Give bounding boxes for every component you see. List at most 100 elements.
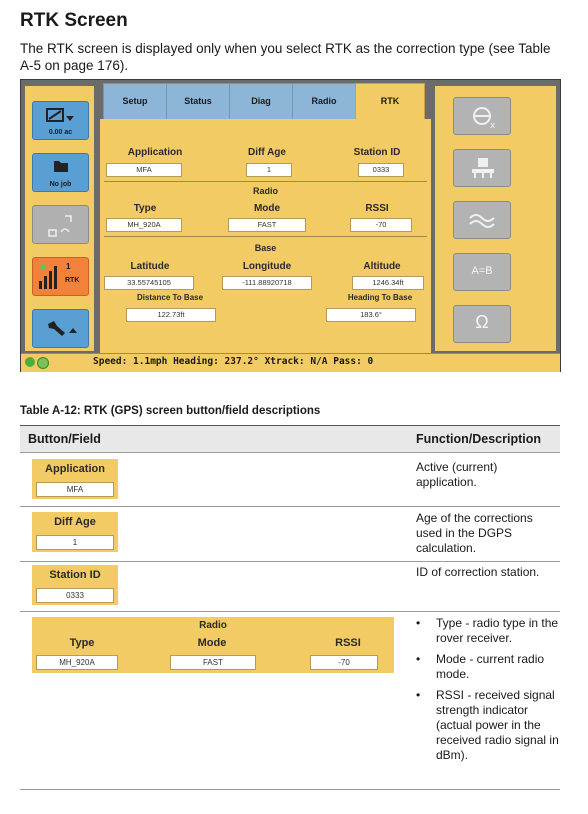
diff-age-sample-value: 1 [36,535,114,550]
diff-age-label: Diff Age [248,147,286,158]
wrench-icon [48,321,77,336]
rssi-value: -70 [350,218,412,232]
row-rule [20,452,560,453]
status-bar: Speed: 1.1mph Heading: 237.2° Xtrack: N/… [21,353,560,372]
tools-button[interactable] [32,309,89,348]
tab-rtk[interactable]: RTK [355,83,425,122]
row-rule [20,561,560,562]
ab-line-icon: A=B [471,265,493,277]
distance-to-base-label: Distance To Base [136,293,204,302]
area-icon [46,108,74,122]
table-caption: Table A-12: RTK (GPS) screen button/fiel… [20,405,321,417]
job-button[interactable]: No job [32,153,89,192]
type-value: MH_920A [106,218,182,232]
radio-heading: Radio [252,186,278,196]
radio-sample-heading: Radio [199,620,227,631]
list-item: Mode - current radio mode. [412,652,562,682]
area-label: 0.00 ac [48,129,73,136]
wave-icon [469,214,495,228]
row-rule [20,611,560,612]
column-header-field: Button/Field [28,432,101,446]
diff-age-field-sample: Diff Age 1 [32,512,118,552]
divider [104,236,427,237]
station-id-value: 0333 [358,163,404,177]
ab-line-button[interactable]: A=B [453,253,511,291]
table-header: Button/Field Function/Description [20,426,560,452]
base-heading: Base [254,243,277,253]
tab-setup[interactable]: Setup [103,83,167,121]
type-sample-value: MH_920A [36,655,118,670]
diff-age-description: Age of the corrections used in the DGPS … [416,511,533,555]
heading-to-base-value: 183.6° [326,308,416,322]
boundary-button[interactable] [32,205,89,244]
divider [104,181,427,182]
station-id-field-sample: Station ID 0333 [32,565,118,605]
radio-field-sample: Radio Type Mode RSSI MH_920A FAST -70 [32,617,394,673]
omega-icon: Ω [475,312,489,332]
station-id-sample-label: Station ID [49,569,101,581]
mode-label: Mode [253,203,281,214]
satellite-count: 1 [66,262,71,271]
altitude-value: 1246.34ft [352,276,424,290]
application-sample-label: Application [45,463,105,475]
type-label: Type [133,203,157,214]
latitude-label: Latitude [130,261,170,272]
type-sample-label: Type [69,637,95,649]
tab-radio[interactable]: Radio [292,83,356,121]
station-id-description: ID of correction station. [416,565,540,579]
steering-icon: x [473,107,496,130]
mode-value: FAST [228,218,306,232]
gps-mode-label: RTK [65,277,80,284]
tab-bar: Setup Status Diag Radio RTK [103,83,425,122]
rtk-screen-screenshot: 0.00 ac No job 1 RTK Setup Status Diag R… [20,79,561,372]
page-heading: RTK Screen [20,10,128,31]
altitude-label: Altitude [363,261,401,272]
left-button-column: 0.00 ac No job 1 RTK [25,86,94,351]
application-sample-value: MFA [36,482,114,497]
application-label: Application [127,147,183,158]
application-value: MFA [106,163,182,177]
mode-sample-label: Mode [197,637,227,649]
signal-bars-icon [39,264,57,289]
longitude-label: Longitude [242,261,292,272]
row-rule [20,506,560,507]
intro-paragraph: The RTK screen is displayed only when yo… [20,41,551,73]
application-field-sample: Application MFA [32,459,118,499]
svg-text:x: x [490,121,496,130]
right-button-column: x A=B Ω [435,86,556,351]
distance-to-base-value: 122.73ft [126,308,216,322]
rssi-label: RSSI [365,203,389,214]
radio-description-list: Type - radio type in the rover receiver.… [412,616,562,769]
heading-to-base-label: Heading To Base [347,293,413,302]
implement-icon [472,158,494,178]
status-bar-text: Speed: 1.1mph Heading: 237.2° Xtrack: N/… [93,356,374,367]
status-led-icon [37,357,49,369]
diff-age-value: 1 [246,163,292,177]
steering-button[interactable]: x [453,97,511,135]
diff-age-sample-label: Diff Age [54,516,96,528]
list-item: Type - radio type in the rover receiver. [412,616,562,646]
station-id-label: Station ID [353,147,401,158]
area-button[interactable]: 0.00 ac [32,101,89,140]
application-description: Active (current) application. [416,460,498,489]
rssi-sample-label: RSSI [335,637,361,649]
gps-status-button[interactable]: 1 RTK [32,257,89,296]
longitude-value: -111.88920718 [222,276,312,290]
column-header-description: Function/Description [416,432,541,446]
implement-button[interactable] [453,149,511,187]
status-led-icon [25,357,35,367]
folder-icon [54,161,68,172]
latitude-value: 33.55745105 [104,276,194,290]
tab-diag[interactable]: Diag [229,83,293,121]
boundary-icon [48,215,72,237]
station-id-sample-value: 0333 [36,588,114,603]
rtk-content-area: Application Diff Age Station ID MFA 1 03… [100,119,431,353]
row-rule [20,789,560,790]
wave-button[interactable] [453,201,511,239]
list-item: RSSI - received signal strength indicato… [412,688,562,763]
omega-button[interactable]: Ω [453,305,511,343]
job-label: No job [49,181,72,188]
tab-status[interactable]: Status [166,83,230,121]
rssi-sample-value: -70 [310,655,378,670]
mode-sample-value: FAST [170,655,256,670]
